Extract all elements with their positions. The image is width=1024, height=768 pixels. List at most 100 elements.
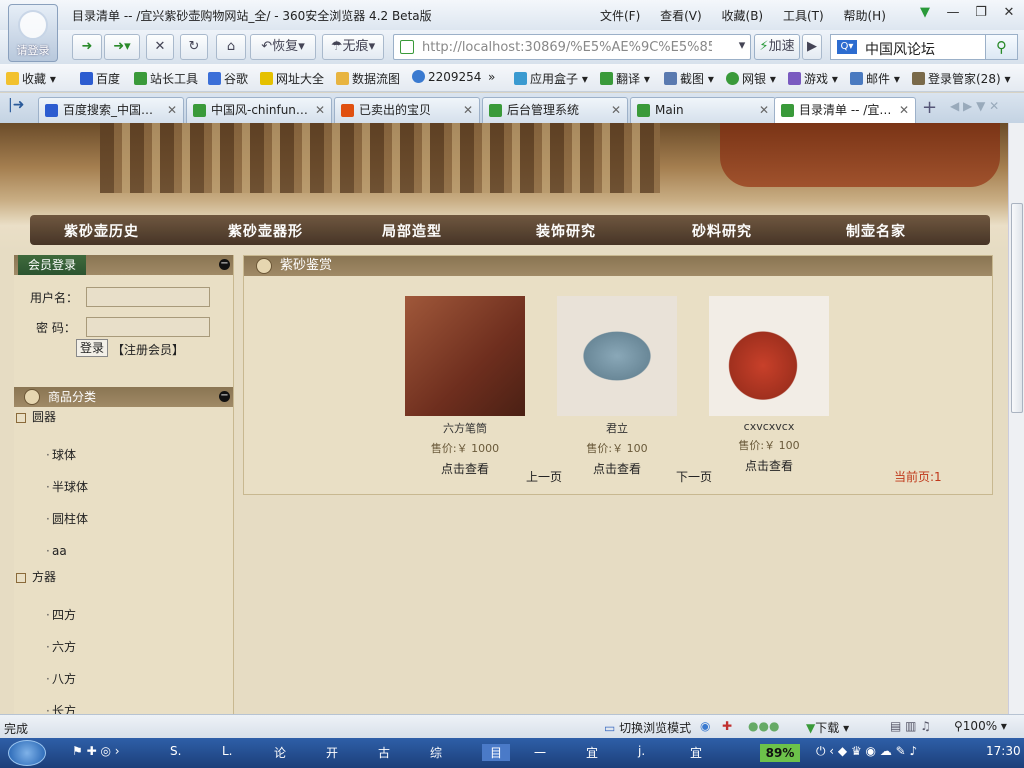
forward-button[interactable]: ➜▾ [104,34,140,60]
browse-mode-button[interactable]: ▭ 切换浏览模式 [604,719,691,736]
fav-collect[interactable]: 收藏 ▾ [6,70,56,87]
product-name[interactable]: 六方笔筒 [405,420,525,436]
notrace-button[interactable]: ☂无痕▾ [322,34,384,60]
tab-sold[interactable]: 已卖出的宝贝 ✕ [334,97,480,123]
collapse-icon[interactable]: − [219,391,230,402]
avatar[interactable]: 请登录 [8,4,58,62]
fav-qq[interactable]: 2209254 [412,70,481,84]
shield-icon[interactable]: ✚ [722,719,732,733]
search-box[interactable]: Q▾ 中国风论坛 ⚲ [830,34,1018,60]
fav-baidu[interactable]: 百度 [80,70,120,87]
go-button[interactable]: ▶ [802,34,822,60]
refresh-button[interactable]: ↻ [180,34,208,60]
back-button[interactable]: ➜ [72,34,102,60]
view-link[interactable]: 点击查看 [709,457,829,474]
tab-main[interactable]: Main ✕ [630,97,776,123]
menu-file[interactable]: 文件(F) [600,9,640,23]
fav-dfd[interactable]: 数据流图 [336,70,400,87]
close-icon[interactable]: ✕ [315,98,325,122]
taskbar-item-8[interactable]: 一 [534,744,546,761]
product-name[interactable]: 君立 [557,420,677,436]
next-page-link[interactable]: 下一页 [676,468,712,485]
password-field[interactable] [86,317,210,337]
taskbar-item-active[interactable]: 目 [482,744,511,761]
maximize-button[interactable]: ❐ [970,4,992,22]
address-input[interactable]: http://localhost:30869/%E5%AE%9C%E5%85% [422,40,712,55]
collapse-icon[interactable]: − [219,259,230,270]
fav-hao[interactable]: 网址大全 [260,70,324,87]
category-four-sided[interactable]: 四方 [14,599,233,631]
category-round[interactable]: 圆器 [14,407,233,439]
fav-more[interactable]: » [488,70,495,84]
minimize-button[interactable]: — [942,4,964,22]
category-hemisphere[interactable]: 半球体 [14,471,233,503]
tray-icons[interactable]: ⏻ ‹ ◆ ♛ ◉ ☁ ✎ ♪ [816,744,917,759]
fav-screenshot[interactable]: 截图 ▾ [664,70,714,87]
home-button[interactable]: ⌂ [216,34,246,60]
accelerate-button[interactable]: ⚡加速 [754,34,800,60]
menu-tools[interactable]: 工具(T) [783,9,824,23]
view-link[interactable]: 点击查看 [405,460,525,477]
tab-chinfun[interactable]: 中国风-chinfun… ✕ [186,97,332,123]
taskbar-item-3[interactable]: 论 [274,744,286,761]
zoom-control[interactable]: ⚲100% ▾ [954,719,1007,733]
taskbar-item-5[interactable]: 古 [378,744,390,761]
prev-page-link[interactable]: 上一页 [526,468,562,485]
taskbar-item-2[interactable]: L. [222,744,233,758]
nav-shapes[interactable]: 紫砂壶器形 [228,221,303,241]
menu-view[interactable]: 查看(V) [660,9,702,23]
stop-button[interactable]: ✕ [146,34,174,60]
close-icon[interactable]: ✕ [463,98,473,122]
product-image[interactable] [709,296,829,416]
nav-clay[interactable]: 砂料研究 [692,221,752,241]
nav-masters[interactable]: 制壶名家 [846,221,906,241]
category-sphere[interactable]: 球体 [14,439,233,471]
taskbar-item-9[interactable]: 宜 [586,744,598,761]
register-link[interactable]: 【注册会员】 [112,341,184,358]
username-field[interactable] [86,287,210,307]
login-button[interactable]: 登录 [76,339,108,357]
fav-google[interactable]: 谷歌 [208,70,248,87]
tab-baidu[interactable]: 百度搜索_中国… ✕ [38,97,184,123]
tab-nav-icons[interactable]: ◀ ▶ ▼ ✕ [950,99,999,113]
product-name[interactable]: cxvcxvcx [709,420,829,433]
address-dropdown-icon[interactable]: ▾ [732,34,752,60]
close-icon[interactable]: ✕ [899,98,909,122]
close-icon[interactable]: ✕ [759,98,769,122]
category-square[interactable]: 方器 [14,567,233,599]
download-button[interactable]: ▼下载 ▾ [806,719,849,736]
search-icon[interactable]: ⚲ [985,35,1017,59]
product-image[interactable] [405,296,525,416]
start-button[interactable] [8,740,46,766]
fav-appbox[interactable]: 应用盒子 ▾ [514,70,588,87]
search-engine-icon[interactable]: Q▾ [837,40,857,54]
category-cylinder[interactable]: 圆柱体 [14,503,233,535]
taskbar-item-6[interactable]: 综 [430,744,442,761]
clock[interactable]: 17:30 [986,744,1021,758]
close-icon[interactable]: ✕ [167,98,177,122]
category-eight-sided[interactable]: 八方 [14,663,233,695]
fav-webmaster[interactable]: 站长工具 [134,70,198,87]
category-aa[interactable]: aa [14,535,233,567]
quicklaunch-icons[interactable]: ⚑ ✚ ◎ › [72,744,120,758]
taskbar-item-11[interactable]: 宜 [690,744,702,761]
close-icon[interactable]: ✕ [611,98,621,122]
search-input[interactable]: 中国风论坛 [865,39,935,59]
toggle-icon[interactable]: ●●● [748,719,779,733]
nav-history[interactable]: 紫砂壶历史 [64,221,139,241]
taskbar-item-4[interactable]: 开 [326,744,338,761]
category-rectangle[interactable]: 长方 [14,695,233,714]
view-link[interactable]: 点击查看 [557,460,677,477]
tab-catalog[interactable]: 目录清单 -- /宜… ✕ [774,97,916,124]
close-button[interactable]: ✕ [998,4,1020,22]
new-tab-icon[interactable]: + [922,97,937,118]
sidebar-toggle-icon[interactable]: |➜ [8,97,24,113]
ie-mode-icon[interactable]: ◉ [700,719,710,733]
tab-admin[interactable]: 后台管理系统 ✕ [482,97,628,123]
fav-login-manager[interactable]: 登录管家(28) ▾ [912,70,1010,87]
shirt-icon[interactable]: ▼ [914,4,936,22]
address-bar[interactable]: http://localhost:30869/%E5%AE%9C%E5%85% [393,34,751,60]
menu-favorites[interactable]: 收藏(B) [722,9,764,23]
fav-games[interactable]: 游戏 ▾ [788,70,838,87]
product-image[interactable] [557,296,677,416]
